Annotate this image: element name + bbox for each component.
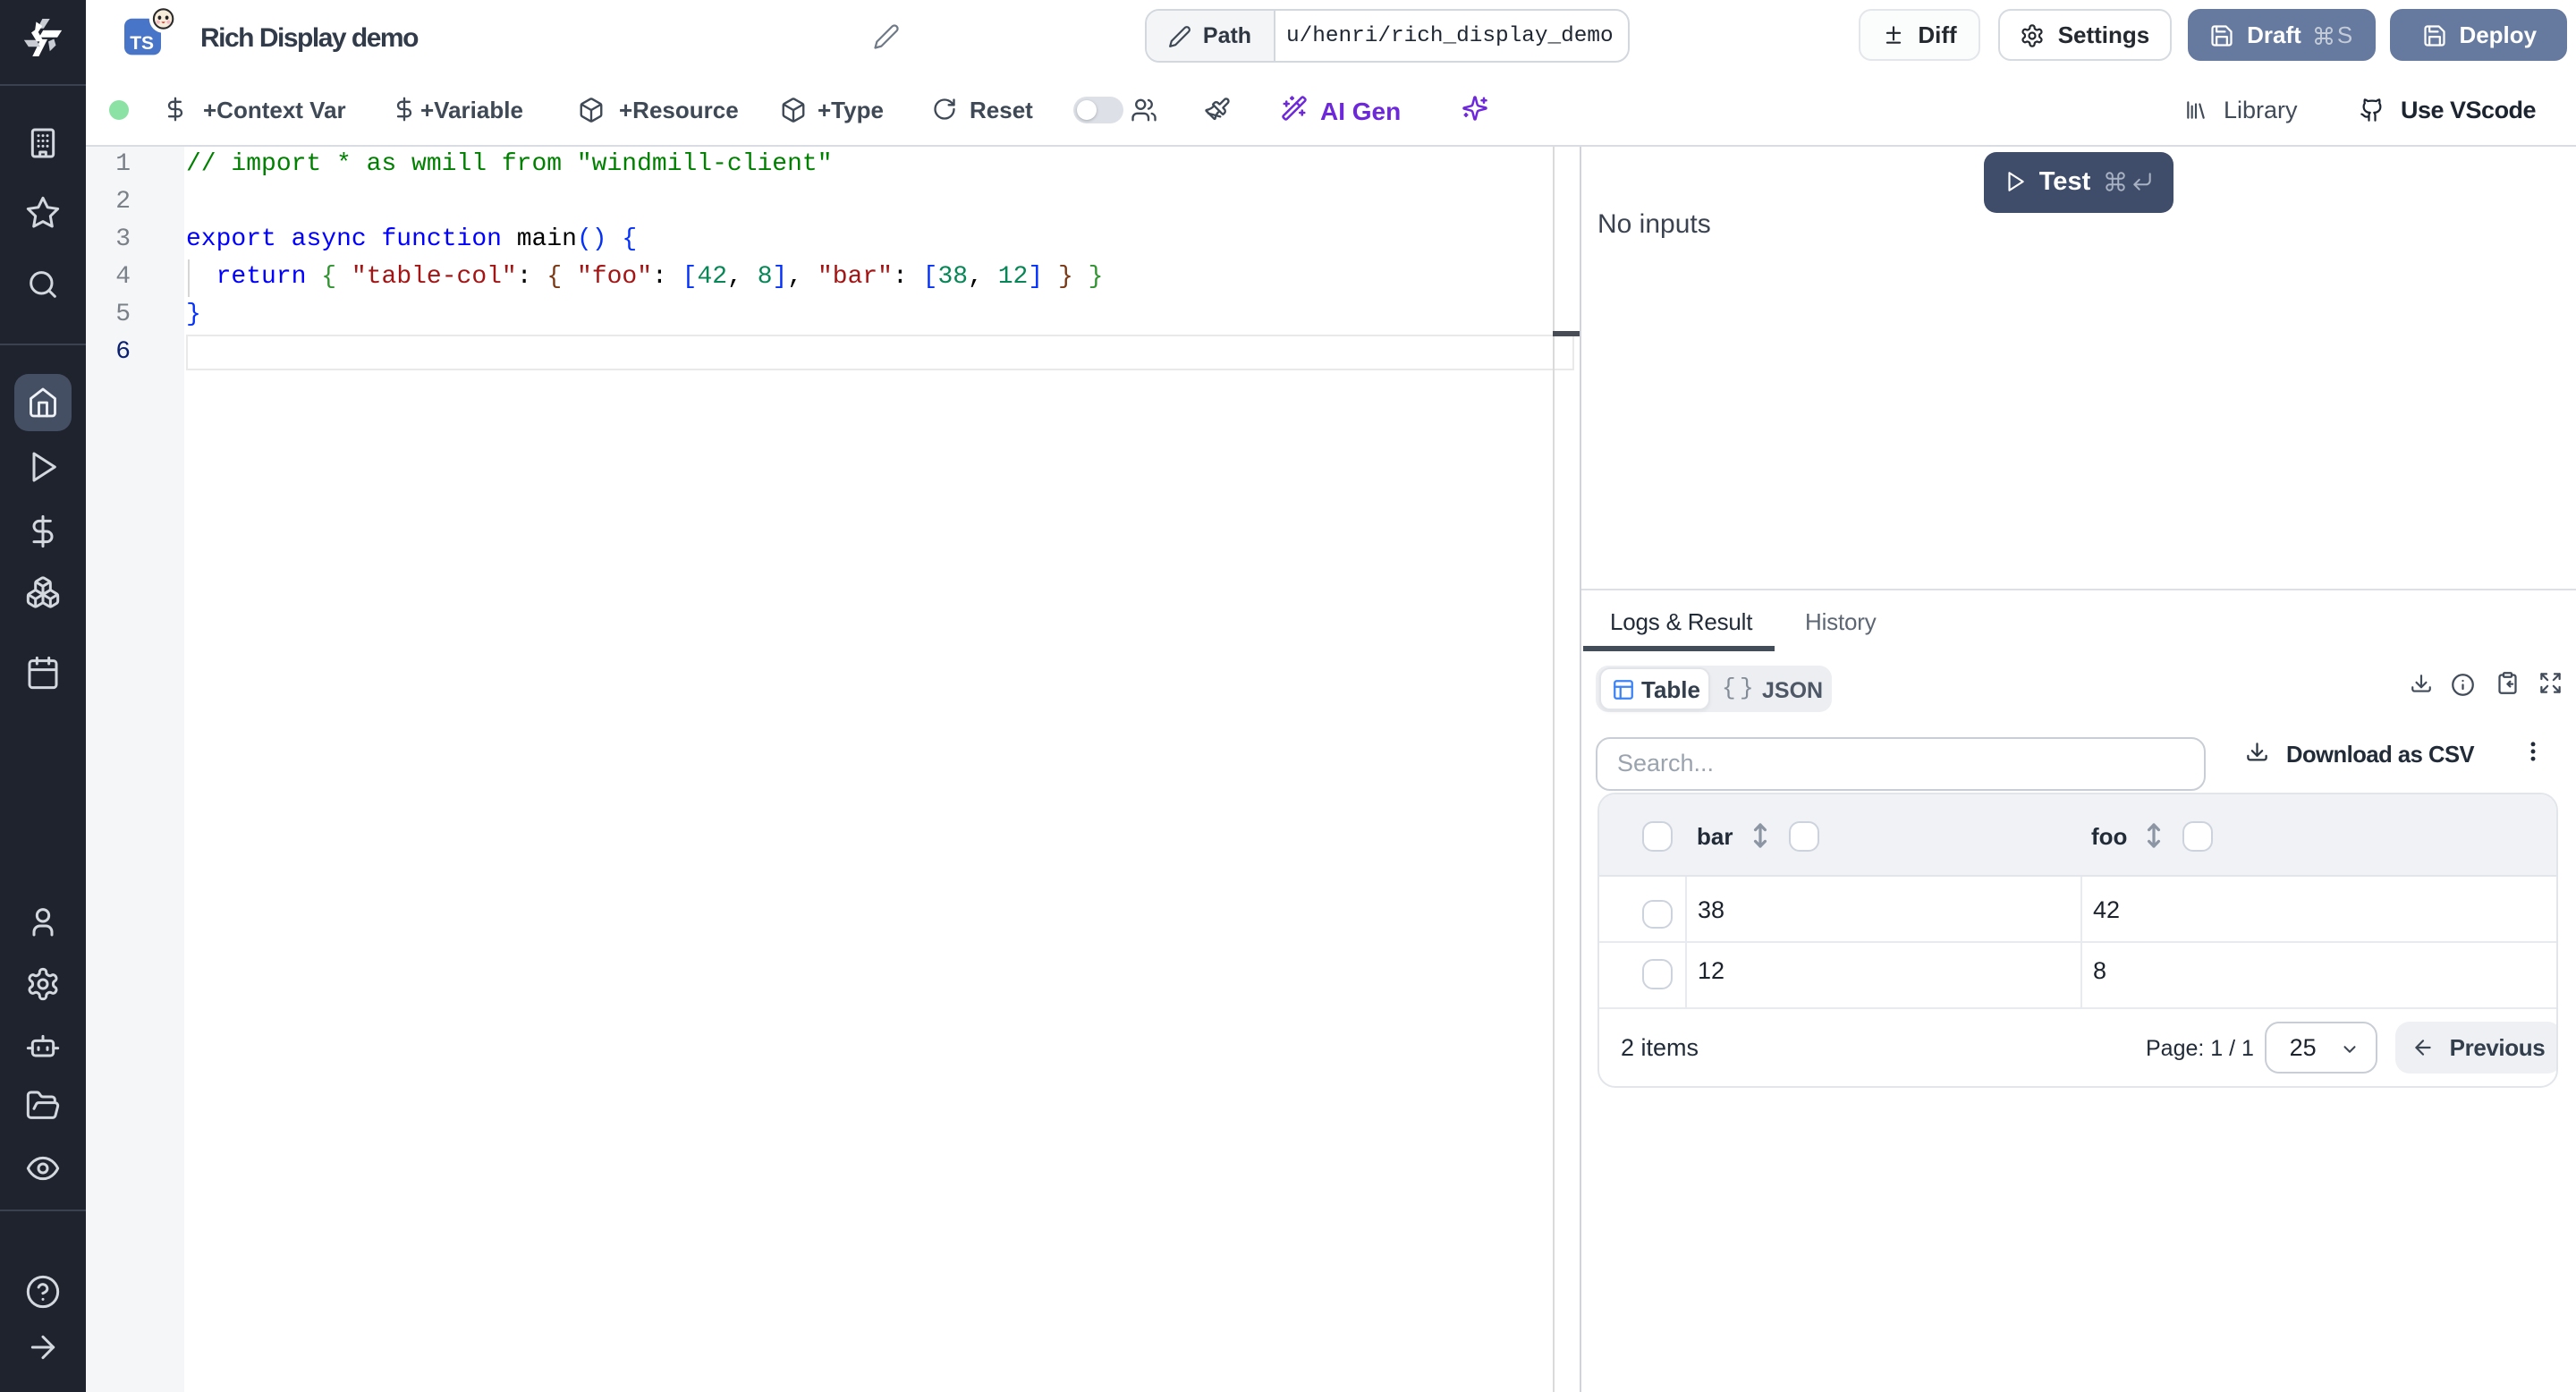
svg-text:TS: TS xyxy=(129,33,153,54)
